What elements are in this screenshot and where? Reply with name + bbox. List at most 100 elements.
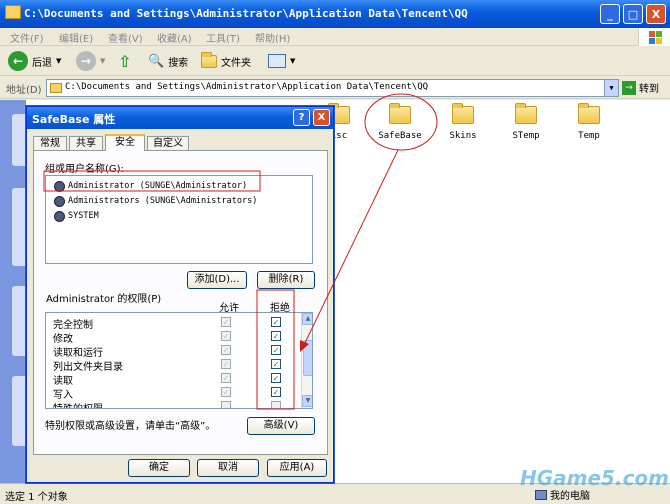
folder-icon (578, 103, 600, 124)
minimize-button[interactable]: _ (600, 4, 620, 24)
chevron-down-icon[interactable]: ▼ (604, 80, 618, 96)
deny-checkbox[interactable]: ✓ (271, 373, 281, 383)
search-button[interactable]: 🔍 搜索 (148, 50, 188, 72)
permission-row: 修改 ✓ ✓ (46, 329, 300, 345)
user-item[interactable]: Administrator (SUNGE\Administrator) (54, 179, 247, 193)
tab-sharing[interactable]: 共享 (69, 136, 103, 150)
task-pane-section (12, 114, 26, 166)
menu-bar: 文件(F) 编辑(E) 查看(V) 收藏(A) 工具(T) 帮助(H) (0, 28, 670, 46)
folders-label: 文件夹 (221, 57, 251, 69)
back-label: 后退 (32, 57, 52, 69)
deny-checkbox[interactable]: ✓ (271, 331, 281, 341)
folder-skins[interactable]: Skins (433, 103, 493, 141)
task-pane (0, 100, 26, 483)
address-value: C:\Documents and Settings\Administrator\… (65, 82, 429, 92)
up-folder-icon: ⇧ (118, 51, 132, 71)
folder-label: Temp (578, 131, 600, 141)
allow-checkbox[interactable]: ✓ (221, 317, 231, 327)
user-item[interactable]: Administrators (SUNGE\Administrators) (54, 194, 257, 208)
computer-icon (535, 489, 547, 500)
folder-icon (5, 5, 21, 19)
menu-favorites[interactable]: 收藏(A) (157, 30, 192, 45)
search-label: 搜索 (168, 57, 189, 69)
folder-icon (389, 103, 411, 124)
group-icon (54, 210, 65, 222)
properties-dialog: SafeBase 属性 ? X 常规 共享 安全 自定义 组或用户名称(G): … (26, 106, 334, 483)
tab-customize[interactable]: 自定义 (147, 136, 189, 150)
allow-checkbox[interactable]: ✓ (221, 331, 231, 341)
tab-general[interactable]: 常规 (33, 136, 67, 150)
close-button[interactable]: X (646, 4, 666, 24)
folder-safebase[interactable]: SafeBase (370, 103, 430, 141)
allow-checkbox[interactable]: ✓ (221, 345, 231, 355)
deny-checkbox[interactable]: ✓ (271, 359, 281, 369)
permission-row: 读取和运行 ✓ ✓ (46, 343, 300, 359)
allow-checkbox[interactable]: ✓ (221, 387, 231, 397)
user-item[interactable]: SYSTEM (54, 209, 99, 223)
menu-help[interactable]: 帮助(H) (255, 30, 290, 45)
menu-view[interactable]: 查看(V) (108, 30, 143, 45)
folder-temp[interactable]: Temp (559, 103, 619, 141)
add-button[interactable]: 添加(D)... (187, 271, 247, 289)
user-name: Administrator (SUNGE\Administrator) (68, 181, 248, 191)
dialog-close-button[interactable]: X (313, 109, 330, 126)
cancel-button[interactable]: 取消 (197, 459, 259, 477)
task-pane-section (12, 188, 26, 266)
allow-checkbox[interactable]: ✓ (221, 373, 231, 383)
deny-checkbox[interactable]: ✓ (271, 345, 281, 355)
folder-icon (50, 83, 62, 93)
deny-checkbox[interactable]: ✓ (271, 317, 281, 327)
group-icon (54, 195, 65, 207)
chevron-down-icon: ▼ (290, 57, 296, 65)
views-icon (268, 54, 286, 68)
up-button[interactable]: ⇧ (118, 50, 131, 72)
advanced-hint: 特别权限或高级设置，请单击“高级”。 (45, 421, 216, 432)
permission-row: 特殊的权限 (46, 399, 300, 408)
go-arrow-icon: → (622, 80, 636, 95)
permission-name: 特殊的权限 (53, 400, 103, 408)
permission-row: 读取 ✓ ✓ (46, 371, 300, 387)
user-name: Administrators (SUNGE\Administrators) (68, 196, 258, 206)
menu-file[interactable]: 文件(F) (10, 30, 44, 45)
maximize-button[interactable]: □ (623, 4, 643, 24)
ok-button[interactable]: 确定 (128, 459, 190, 477)
go-button[interactable]: → 转到 (622, 80, 659, 95)
toolbar: ← 后退 ▼ → ▼ ⇧ 🔍 搜索 文件夹 ▼ (0, 47, 670, 76)
menu-tools[interactable]: 工具(T) (206, 30, 240, 45)
deny-checkbox[interactable] (271, 401, 281, 408)
folder-stemp[interactable]: STemp (496, 103, 556, 141)
deny-checkbox[interactable]: ✓ (271, 387, 281, 397)
folder-label: Skins (449, 131, 477, 141)
task-pane-section (12, 286, 26, 356)
address-input[interactable]: C:\Documents and Settings\Administrator\… (46, 79, 619, 97)
address-bar: 地址(D) C:\Documents and Settings\Administ… (0, 77, 670, 99)
scroll-down-icon[interactable]: ▼ (302, 395, 312, 407)
advanced-button[interactable]: 高级(V) (247, 417, 315, 435)
forward-button[interactable]: → ▼ (76, 50, 105, 72)
folder-label: SafeBase (378, 131, 422, 141)
scroll-up-icon[interactable]: ▲ (302, 313, 312, 325)
back-button[interactable]: ← 后退 ▼ (8, 50, 61, 72)
help-button[interactable]: ? (293, 109, 310, 126)
status-text: 选定 1 个对象 (5, 492, 68, 503)
scroll-thumb[interactable] (303, 340, 312, 376)
folders-button[interactable]: 文件夹 (201, 50, 251, 72)
watermark-logo: HGame5.com (520, 466, 670, 490)
folder-icon (515, 103, 537, 124)
menu-edit[interactable]: 编辑(E) (59, 30, 93, 45)
apply-button[interactable]: 应用(A) (267, 459, 327, 477)
allow-checkbox[interactable]: ✓ (221, 359, 231, 369)
user-list[interactable]: Administrator (SUNGE\Administrator) Admi… (45, 175, 313, 264)
allow-checkbox[interactable] (221, 401, 231, 408)
permissions-scrollbar[interactable]: ▲ ▼ (301, 313, 312, 408)
permission-row: 列出文件夹目录 ✓ ✓ (46, 357, 300, 373)
address-label: 地址(D) (6, 85, 42, 96)
permission-row: 写入 ✓ ✓ (46, 385, 300, 401)
permissions-label: Administrator 的权限(P) (46, 294, 162, 305)
remove-button[interactable]: 删除(R) (257, 271, 315, 289)
security-panel: 组或用户名称(G): Administrator (SUNGE\Administ… (33, 150, 328, 455)
views-button[interactable]: ▼ (268, 50, 295, 72)
go-label: 转到 (639, 84, 659, 95)
tab-security[interactable]: 安全 (105, 134, 145, 151)
search-icon: 🔍 (148, 53, 165, 69)
